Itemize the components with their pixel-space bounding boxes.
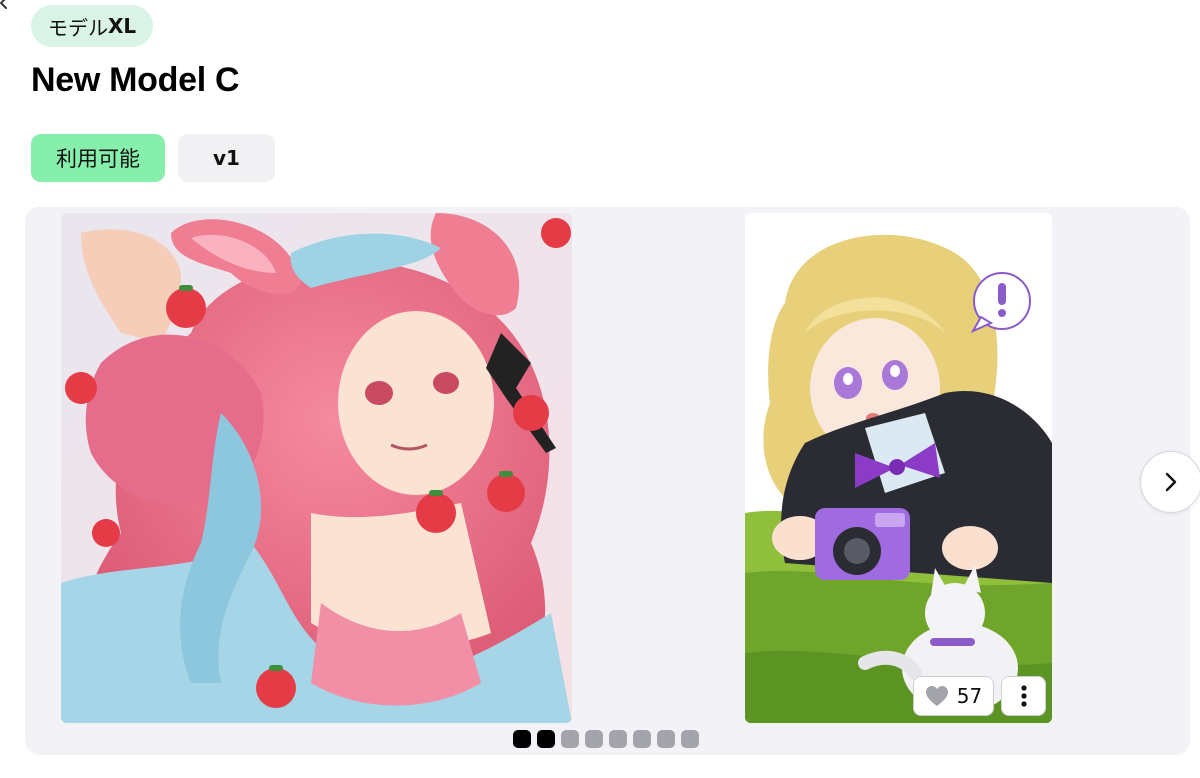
carousel-pagination [513,730,699,748]
back-arrow-icon[interactable] [0,0,14,12]
carousel-dot[interactable] [561,730,579,748]
carousel-dot[interactable] [609,730,627,748]
page-title: New Model C [31,61,240,99]
chevron-right-icon [1165,472,1177,492]
version-button[interactable]: v1 [178,134,275,182]
girl-camera-illustration [745,213,1052,723]
carousel-dot[interactable] [681,730,699,748]
carousel-dot[interactable] [537,730,555,748]
more-options-button[interactable] [1001,676,1046,716]
model-tag-suffix: XL [108,14,137,38]
carousel-dot[interactable] [513,730,531,748]
carousel-next-button[interactable] [1140,451,1200,513]
girl-strawberry-illustration [61,213,572,723]
model-tag-prefix: モデル [48,15,108,40]
carousel-dot[interactable] [633,730,651,748]
carousel-dot[interactable] [657,730,675,748]
like-count: 57 [956,684,983,708]
model-type-tag: モデル XL [31,5,154,47]
carousel-image-2[interactable] [745,213,1052,723]
heart-icon [925,686,948,706]
more-vertical-icon [1020,685,1027,707]
image-carousel[interactable]: 57 [25,207,1190,755]
status-badge: 利用可能 [31,134,165,182]
carousel-dot[interactable] [585,730,603,748]
carousel-image-1[interactable] [61,213,572,723]
like-button[interactable]: 57 [913,676,994,716]
